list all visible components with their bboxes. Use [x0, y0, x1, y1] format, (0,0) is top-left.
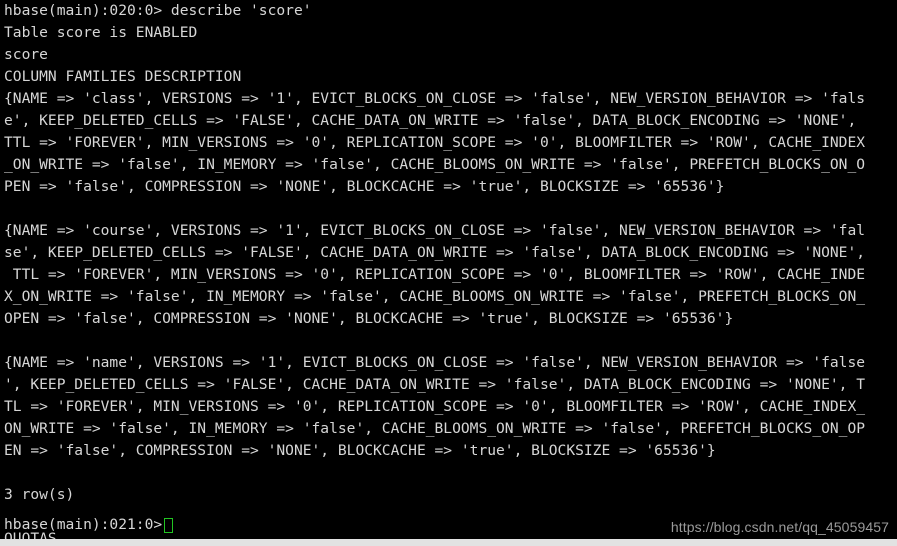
terminal-line: {NAME => 'name', VERSIONS => '1', EVICT_… — [4, 354, 866, 371]
terminal-line: Table score is ENABLED — [4, 24, 198, 41]
terminal-line: hbase(main):020:0> describe 'score' — [4, 2, 312, 19]
watermark-url: https://blog.csdn.net/qq_45059457 — [670, 519, 889, 535]
terminal-line: OPEN => 'false', COMPRESSION => 'NONE', … — [4, 310, 734, 327]
terminal-line: ', KEEP_DELETED_CELLS => 'FALSE', CACHE_… — [4, 376, 866, 393]
terminal-line: COLUMN FAMILIES DESCRIPTION — [4, 68, 242, 85]
terminal-window[interactable]: hbase(main):020:0> describe 'score' Table… — [0, 0, 897, 539]
terminal-output: hbase(main):020:0> describe 'score' Table… — [4, 0, 865, 539]
terminal-line: PEN => 'false', COMPRESSION => 'NONE', B… — [4, 178, 725, 195]
terminal-line: _ON_WRITE => 'false', IN_MEMORY => 'fals… — [4, 156, 866, 173]
terminal-line: TTL => 'FOREVER', MIN_VERSIONS => '0', R… — [4, 266, 866, 283]
terminal-line: X_ON_WRITE => 'false', IN_MEMORY => 'fal… — [4, 288, 866, 305]
bottom-strip — [0, 539, 897, 546]
terminal-line: {NAME => 'class', VERSIONS => '1', EVICT… — [4, 90, 866, 107]
terminal-line: e', KEEP_DELETED_CELLS => 'FALSE', CACHE… — [4, 112, 857, 129]
terminal-line: TTL => 'FOREVER', MIN_VERSIONS => '0', R… — [4, 134, 866, 151]
terminal-line: 3 row(s) — [4, 486, 75, 503]
terminal-line: {NAME => 'course', VERSIONS => '1', EVIC… — [4, 222, 866, 239]
terminal-prompt-line[interactable]: hbase(main):021:0> — [4, 514, 174, 536]
terminal-line: EN => 'false', COMPRESSION => 'NONE', BL… — [4, 442, 716, 459]
shell-prompt: hbase(main):021:0> — [4, 516, 163, 533]
terminal-line: ON_WRITE => 'false', IN_MEMORY => 'false… — [4, 420, 866, 437]
text-cursor — [164, 517, 174, 533]
terminal-line: se', KEEP_DELETED_CELLS => 'FALSE', CACH… — [4, 244, 866, 261]
terminal-line: score — [4, 46, 48, 63]
terminal-line: TL => 'FOREVER', MIN_VERSIONS => '0', RE… — [4, 398, 866, 415]
